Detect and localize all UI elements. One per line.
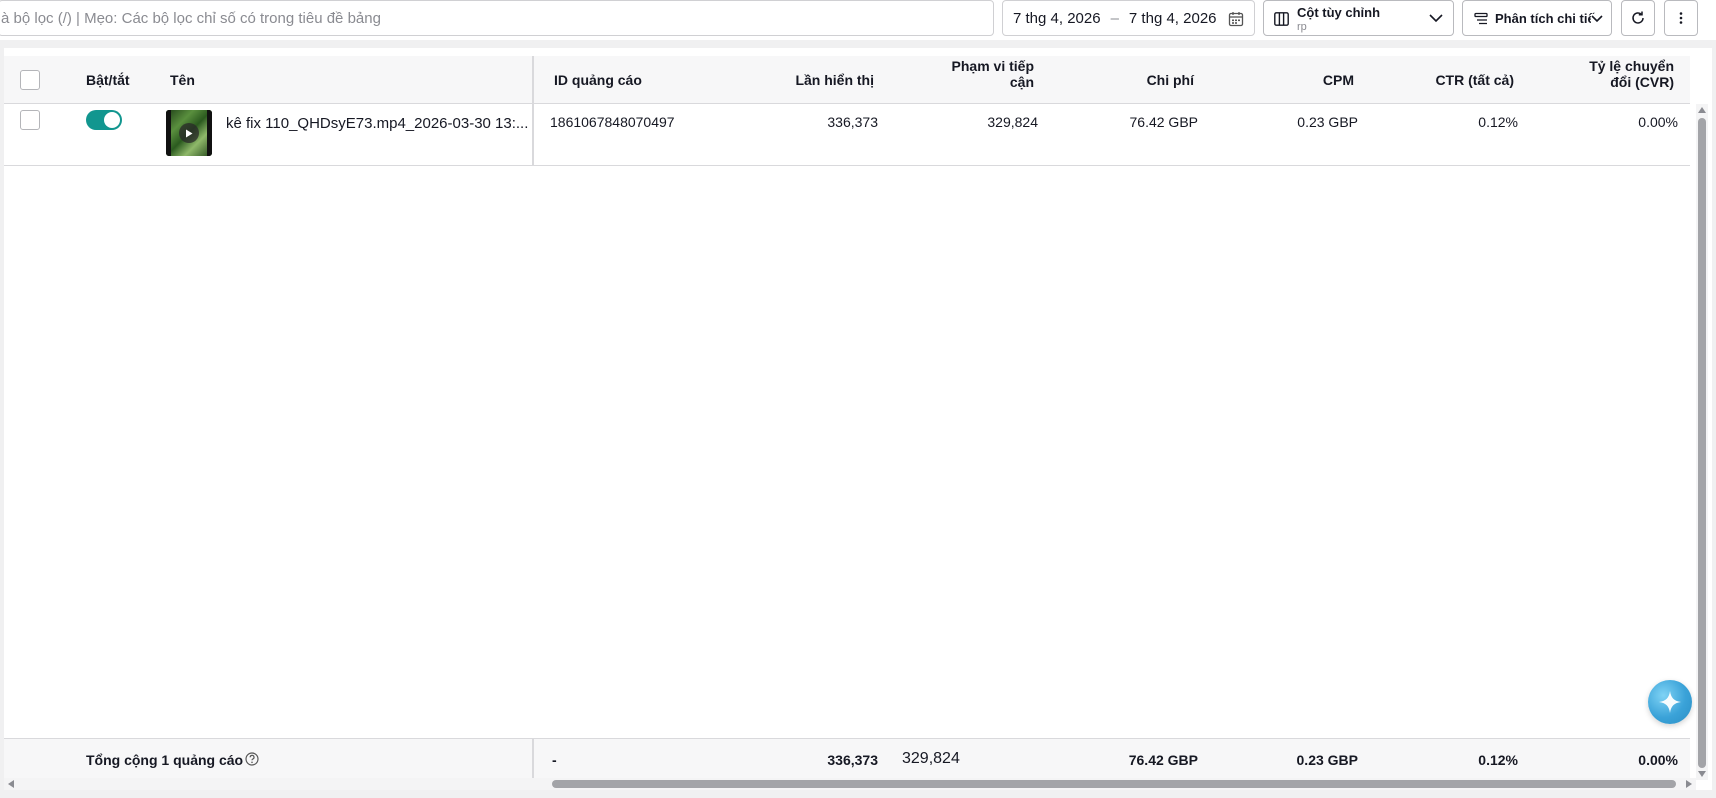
header-toggle[interactable]: Bật/tắt	[86, 72, 130, 88]
ads-table: Bật/tắt Tên ID quảng cáo Lần hiển thị Ph…	[4, 48, 1712, 790]
scroll-right-arrow[interactable]	[1686, 780, 1692, 788]
header-ctr[interactable]: CTR (tất cả)	[1344, 72, 1514, 88]
ai-assistant-icon	[1659, 691, 1681, 713]
ad-thumbnail[interactable]	[166, 110, 212, 156]
header-cvr-line1: Tỷ lệ chuyển	[1589, 58, 1674, 74]
breakdown-icon	[1474, 12, 1488, 25]
header-reach-line1: Phạm vi tiếp	[951, 58, 1034, 74]
horizontal-scrollbar[interactable]	[4, 778, 1696, 790]
vertical-scroll-thumb[interactable]	[1698, 118, 1706, 768]
breakdown-button[interactable]: Phân tích chi tiết	[1462, 0, 1612, 36]
header-cvr[interactable]: Tỷ lệ chuyển đổi (CVR)	[1504, 58, 1674, 90]
toolbar: à bộ lọc (/) | Mẹo: Các bộ lọc chỉ số có…	[0, 0, 1716, 40]
select-all-checkbox[interactable]	[20, 70, 40, 90]
scroll-left-arrow[interactable]	[8, 780, 14, 788]
date-range-picker[interactable]: 7 thg 4, 2026 – 7 thg 4, 2026	[1002, 0, 1255, 36]
ad-name[interactable]: kê fix 110_QHDsyE73.mp4_2026-03-30 13:..…	[226, 116, 528, 132]
table-row[interactable]: kê fix 110_QHDsyE73.mp4_2026-03-30 13:..…	[4, 104, 1690, 166]
refresh-button[interactable]	[1621, 0, 1655, 36]
header-reach-line2: cận	[1009, 74, 1034, 90]
scroll-up-arrow[interactable]	[1698, 107, 1706, 113]
custom-columns-sub: rp	[1297, 21, 1307, 33]
horizontal-scroll-thumb[interactable]	[552, 780, 1676, 788]
date-start: 7 thg 4, 2026	[1013, 9, 1101, 27]
date-end: 7 thg 4, 2026	[1128, 9, 1217, 27]
totals-reach: 329,824	[902, 750, 960, 767]
ctr-value: 0.12%	[1478, 114, 1518, 130]
cpm-value: 0.23 GBP	[1297, 114, 1358, 130]
search-input[interactable]: à bộ lọc (/) | Mẹo: Các bộ lọc chỉ số có…	[0, 0, 994, 36]
impressions-value: 336,373	[827, 114, 878, 130]
columns-icon	[1274, 12, 1289, 26]
frozen-column-divider-footer	[532, 738, 534, 778]
scroll-down-arrow[interactable]	[1698, 771, 1706, 777]
totals-impressions: 336,373	[827, 752, 878, 768]
refresh-icon	[1632, 11, 1644, 24]
toggle-knob	[104, 112, 120, 128]
ad-id: 1861067848070497	[550, 114, 675, 130]
header-cpm[interactable]: CPM	[1184, 72, 1354, 88]
header-reach[interactable]: Phạm vi tiếp cận	[864, 58, 1034, 90]
calendar-icon	[1228, 12, 1244, 27]
custom-columns-label: Cột tùy chỉnh	[1297, 5, 1381, 20]
custom-columns-select[interactable]: Cột tùy chỉnh rp	[1263, 0, 1454, 36]
header-ad-id[interactable]: ID quảng cáo	[554, 72, 642, 88]
table-header: Bật/tắt Tên ID quảng cáo Lần hiển thị Ph…	[4, 56, 1690, 104]
totals-cpm: 0.23 GBP	[1296, 752, 1358, 768]
thumbnail-edge-left	[166, 110, 171, 156]
more-icon	[1679, 12, 1683, 24]
cost-value: 76.42 GBP	[1129, 114, 1199, 130]
breakdown-label: Phân tích chi tiết	[1495, 11, 1600, 26]
row-checkbox[interactable]	[20, 110, 40, 130]
ai-assistant-button[interactable]	[1648, 680, 1692, 724]
header-cvr-line2: đổi (CVR)	[1610, 74, 1674, 90]
totals-cost: 76.42 GBP	[1128, 752, 1198, 768]
help-icon[interactable]	[245, 752, 259, 766]
cvr-value: 0.00%	[1638, 114, 1678, 130]
header-impressions[interactable]: Lần hiển thị	[704, 72, 874, 88]
chevron-down-icon	[1429, 14, 1443, 23]
totals-label: Tổng cộng 1 quảng cáo	[86, 752, 244, 768]
vertical-scrollbar[interactable]	[1696, 104, 1708, 780]
play-icon	[179, 123, 199, 143]
chevron-down-icon	[1591, 14, 1603, 23]
ad-status-toggle[interactable]	[86, 110, 122, 130]
totals-ctr: 0.12%	[1478, 752, 1518, 768]
totals-cvr: 0.00%	[1638, 752, 1678, 768]
date-separator: –	[1110, 9, 1119, 27]
totals-ad-id: -	[552, 752, 557, 768]
header-name[interactable]: Tên	[170, 72, 195, 88]
search-placeholder: à bộ lọc (/) | Mẹo: Các bộ lọc chỉ số có…	[1, 9, 381, 27]
reach-value: 329,824	[987, 114, 1038, 130]
frozen-column-divider	[532, 56, 534, 166]
more-options-button[interactable]	[1664, 0, 1698, 36]
thumbnail-edge-right	[207, 110, 212, 156]
header-cost[interactable]: Chi phí	[1024, 72, 1194, 88]
